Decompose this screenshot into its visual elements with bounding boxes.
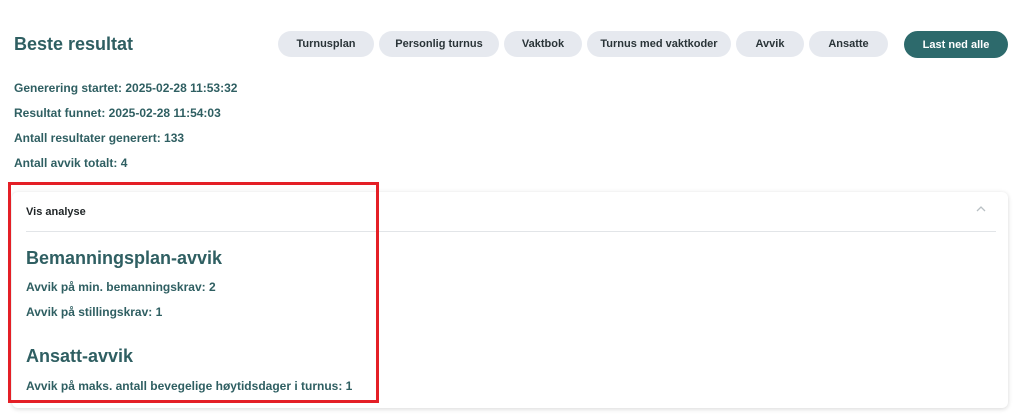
chevron-up-icon[interactable]	[974, 204, 988, 214]
analysis-panel: Vis analyse Bemanningsplan-avvik Avvik p…	[12, 192, 1008, 408]
staffing-deviation-title: Bemanningsplan-avvik	[26, 248, 223, 268]
tab-ansatte[interactable]: Ansatte	[809, 31, 888, 57]
panel-divider	[26, 231, 996, 232]
deviation-min-staffing: Avvik på min. bemanningskrav: 2	[26, 280, 216, 294]
total-deviations-text: Antall avvik totalt: 4	[14, 156, 128, 170]
tab-turnusplan[interactable]: Turnusplan	[278, 31, 374, 57]
page-title: Beste resultat	[14, 34, 134, 54]
result-found-text: Resultat funnet: 2025-02-28 11:54:03	[14, 106, 221, 120]
tab-bar: Turnusplan Personlig turnus Vaktbok Turn…	[278, 31, 888, 57]
tab-avvik[interactable]: Avvik	[736, 31, 804, 57]
employee-deviation-title: Ansatt-avvik	[26, 346, 134, 366]
deviation-position-requirement: Avvik på stillingskrav: 1	[26, 305, 163, 319]
analysis-toggle[interactable]: Vis analyse	[26, 206, 86, 218]
tab-personlig-turnus[interactable]: Personlig turnus	[379, 31, 499, 57]
tab-vaktbok[interactable]: Vaktbok	[504, 31, 582, 57]
generation-started-text: Generering startet: 2025-02-28 11:53:32	[14, 81, 238, 95]
deviation-holiday-days: Avvik på maks. antall bevegelige høytids…	[26, 379, 353, 393]
tab-turnus-med-vaktkoder[interactable]: Turnus med vaktkoder	[587, 31, 731, 57]
download-all-button[interactable]: Last ned alle	[904, 31, 1008, 58]
results-generated-text: Antall resultater generert: 133	[14, 131, 185, 145]
